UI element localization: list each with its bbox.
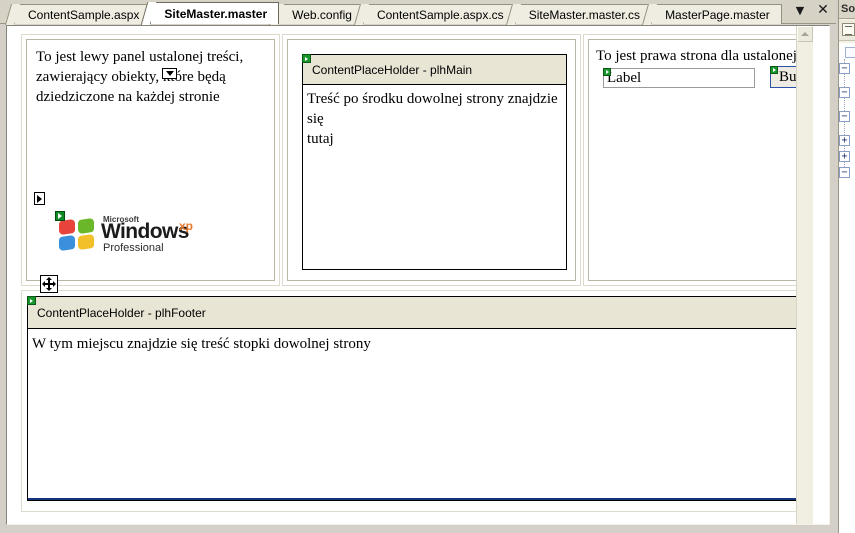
- tab-contentsample-aspx-cs[interactable]: ContentSample.aspx.cs: [362, 4, 516, 24]
- logo-product-text: Windows: [101, 220, 189, 243]
- tree-toggle-collapse[interactable]: −: [839, 87, 850, 98]
- move-handle-icon[interactable]: [40, 275, 58, 293]
- center-pane-cell[interactable]: ContentPlaceHolder - plhMain Treść po śr…: [282, 34, 581, 286]
- tree-toggle-expand[interactable]: +: [839, 135, 850, 146]
- contentplaceholder-header: ContentPlaceHolder - plhMain: [303, 55, 566, 85]
- center-body-line-1: Treść po środku dowolnej strony znajdzie…: [307, 91, 558, 127]
- chevron-down-icon[interactable]: ▼: [793, 3, 807, 17]
- solution-explorer-panel[interactable]: So − − − + + −: [838, 0, 855, 533]
- flag-quadrant-blue: [59, 234, 75, 252]
- contentplaceholder-body[interactable]: Treść po środku dowolnej strony znajdzie…: [303, 85, 566, 149]
- document-tabs: ContentSample.aspx SiteMaster.master Web…: [14, 2, 782, 24]
- tree-root-icon: [845, 47, 855, 58]
- arrow-up-icon: [801, 32, 809, 36]
- tab-sitemaster-master-cs[interactable]: SiteMaster.master.cs: [514, 4, 653, 24]
- visual-studio-designer-window: ContentSample.aspx SiteMaster.master Web…: [0, 0, 855, 533]
- tab-masterpage-master[interactable]: MasterPage.master: [651, 4, 782, 24]
- layout-top-row: To jest lewy panel ustalonej treści, zaw…: [21, 34, 813, 286]
- solution-explorer-title: So: [839, 0, 855, 19]
- triangle-down-glyph: [165, 71, 174, 76]
- left-pane-line-1: To jest lewy panel ustalonej treści,: [36, 49, 244, 65]
- right-pane-controls: Label Button: [603, 66, 813, 90]
- label-control-text: Label: [607, 70, 642, 86]
- close-icon[interactable]: ✕: [816, 3, 830, 17]
- label-control-tag-icon: [603, 68, 611, 76]
- tab-sitemaster-master[interactable]: SiteMaster.master: [150, 2, 280, 24]
- windows-flag-icon: [59, 217, 97, 253]
- tab-label: SiteMaster.master.cs: [528, 8, 641, 22]
- document-tab-strip: ContentSample.aspx SiteMaster.master Web…: [0, 0, 836, 24]
- tab-label: Web.config: [292, 8, 352, 22]
- flag-quadrant-yellow: [78, 233, 94, 251]
- contentplaceholder-tag-icon: [27, 296, 36, 305]
- solution-explorer-tree[interactable]: − − − + + −: [839, 43, 855, 533]
- image-control-tag-icon: [55, 211, 65, 221]
- center-pane-inner: ContentPlaceHolder - plhMain Treść po śr…: [287, 39, 576, 281]
- tree-toggle-collapse[interactable]: −: [839, 63, 850, 74]
- chevron-right-icon[interactable]: [34, 192, 45, 205]
- flag-quadrant-green: [78, 217, 94, 235]
- page-layout-table: To jest lewy panel ustalonej treści, zaw…: [21, 34, 813, 512]
- contentplaceholder-title: ContentPlaceHolder - plhFooter: [37, 305, 206, 320]
- designer-frame: To jest lewy panel ustalonej treści, zaw…: [6, 25, 830, 525]
- design-surface[interactable]: To jest lewy panel ustalonej treści, zaw…: [7, 26, 813, 524]
- footer-body-line-1: W tym miejscu znajdzie się treść stopki …: [32, 336, 371, 352]
- tab-label: SiteMaster.master: [164, 7, 268, 21]
- tab-web-config[interactable]: Web.config: [278, 4, 364, 24]
- contentplaceholder-header: ContentPlaceHolder - plhFooter: [28, 297, 807, 329]
- footer-bottom-rule: [28, 498, 807, 500]
- tree-toggle-expand[interactable]: +: [839, 151, 850, 162]
- tree-toggle-collapse[interactable]: −: [839, 167, 850, 178]
- label-control[interactable]: Label: [603, 68, 755, 88]
- contentplaceholder-tag-icon: [302, 54, 311, 63]
- contentplaceholder-title: ContentPlaceHolder - plhMain: [312, 62, 473, 77]
- left-pane-inner: To jest lewy panel ustalonej treści, zaw…: [26, 39, 275, 281]
- triangle-right-glyph: [37, 194, 42, 203]
- tree-toggle-collapse[interactable]: −: [839, 111, 850, 122]
- solution-explorer-toolbar[interactable]: [839, 20, 855, 41]
- right-pane-paragraph: To jest prawa strona dla ustalonej treśc…: [596, 48, 813, 64]
- center-body-line-2: tutaj: [307, 131, 334, 147]
- properties-icon[interactable]: [842, 23, 855, 36]
- designer-vertical-scrollbar[interactable]: [796, 26, 813, 524]
- left-pane-paragraph: To jest lewy panel ustalonej treści, zaw…: [36, 47, 264, 107]
- contentplaceholder-body[interactable]: W tym miejscu znajdzie się treść stopki …: [28, 329, 807, 354]
- chevron-down-icon[interactable]: [162, 68, 177, 79]
- left-pane-line-3: dziedziczone na każdej stronie: [36, 89, 220, 105]
- left-pane-line-2: zawierający obiekty, które będą: [36, 69, 226, 85]
- left-pane-cell[interactable]: To jest lewy panel ustalonej treści, zaw…: [21, 34, 280, 286]
- right-pane-inner: To jest prawa strona dla ustalonej treśc…: [588, 39, 813, 281]
- button-control-tag-icon: [770, 66, 778, 74]
- logo-version-text: xp: [179, 219, 194, 233]
- contentplaceholder-plhmain[interactable]: ContentPlaceHolder - plhMain Treść po śr…: [302, 54, 567, 270]
- tab-label: MasterPage.master: [665, 8, 770, 22]
- contentplaceholder-plhfooter[interactable]: ContentPlaceHolder - plhFooter W tym mie…: [27, 296, 808, 501]
- flag-quadrant-red: [59, 218, 75, 236]
- windows-xp-logo[interactable]: Microsoft Windows xp Professional: [55, 211, 200, 255]
- footer-pane-cell[interactable]: ContentPlaceHolder - plhFooter W tym mie…: [21, 290, 813, 512]
- tab-contentsample-aspx[interactable]: ContentSample.aspx: [14, 4, 152, 24]
- right-pane-cell[interactable]: To jest prawa strona dla ustalonej treśc…: [583, 34, 813, 286]
- tab-label: ContentSample.aspx: [28, 8, 140, 22]
- logo-edition-text: Professional: [103, 242, 164, 254]
- tab-label: ContentSample.aspx.cs: [376, 8, 504, 22]
- tab-strip-tools: ▼ ✕: [793, 3, 830, 17]
- scroll-up-button[interactable]: [797, 26, 813, 42]
